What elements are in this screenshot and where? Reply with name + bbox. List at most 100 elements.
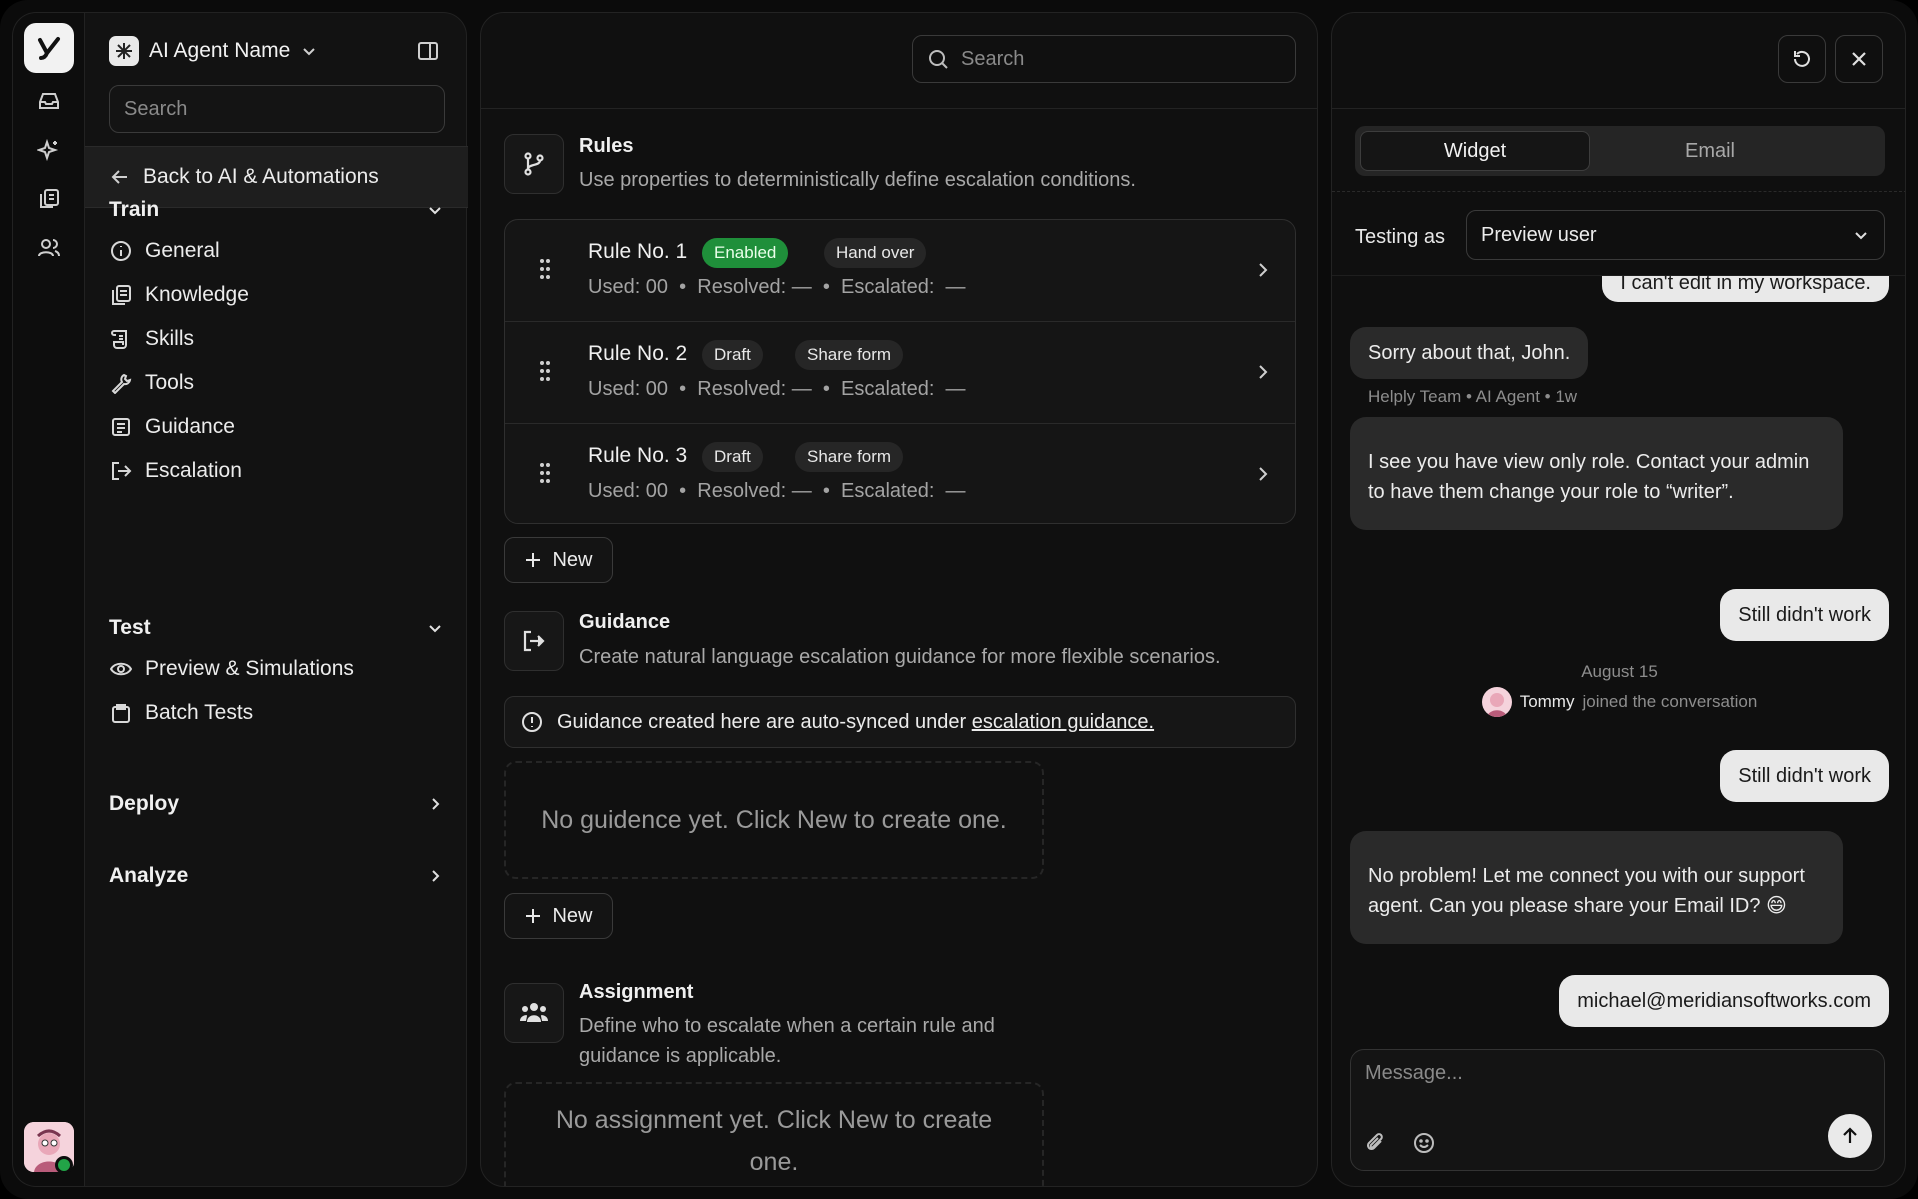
assignment-title: Assignment [579, 981, 694, 1003]
message-input[interactable]: Message... [1365, 1062, 1463, 1085]
message-outgoing: I can't edit in my workspace. [1602, 276, 1889, 302]
section-train[interactable]: Train [109, 193, 445, 227]
agent-asterisk-icon [109, 36, 139, 66]
sparkles-icon[interactable] [29, 130, 69, 170]
guidance-title: Guidance [579, 611, 671, 633]
send-button[interactable] [1828, 1114, 1872, 1158]
chevron-down-icon [425, 200, 445, 220]
sidebar-item-tools[interactable]: Tools [109, 365, 445, 401]
rule-stats: Used: 00 • Resolved: — • Escalated: — [588, 480, 966, 502]
section-train-label: Train [109, 198, 160, 221]
agent-name: AI Agent Name [149, 39, 291, 62]
action-badge: Hand over [824, 238, 927, 268]
sidebar-item-label: Guidance [145, 415, 235, 438]
section-test-label: Test [109, 616, 151, 639]
icon-rail [12, 12, 84, 1187]
assignment-description: Define who to escalate when a certain ru… [579, 1015, 995, 1067]
tab-widget[interactable]: Widget [1360, 131, 1590, 171]
library-icon[interactable] [29, 179, 69, 219]
preview-panel: Widget Email Testing as Preview user I c… [1331, 12, 1906, 1187]
section-test[interactable]: Test [109, 611, 445, 645]
testing-as-label: Testing as [1355, 225, 1446, 248]
rules-title: Rules [579, 135, 634, 157]
guidance-empty-state: No guidence yet. Click New to create one… [504, 761, 1044, 879]
sidebar-item-general[interactable]: General [109, 233, 445, 269]
users-icon[interactable] [29, 228, 69, 268]
sidebar-toggle-icon[interactable] [416, 39, 442, 65]
inbox-icon[interactable] [29, 81, 69, 121]
rule-name: Rule No. 3 [588, 444, 688, 467]
sidebar-item-label: Preview & Simulations [145, 657, 354, 680]
sync-notice: Guidance created here are auto-synced un… [504, 696, 1296, 748]
sidebar-item-escalation[interactable]: Escalation [109, 453, 445, 489]
chevron-right-icon [425, 866, 445, 886]
rule-stats: Used: 00 • Resolved: — • Escalated: — [588, 276, 966, 298]
rule-row[interactable]: Rule No. 2 Draft Share form Used: 00 • R… [505, 322, 1295, 424]
search-placeholder: Search [961, 47, 1025, 70]
paperclip-icon[interactable] [1365, 1132, 1387, 1154]
status-badge: Draft [702, 442, 763, 472]
rule-row[interactable]: Rule No. 3 Draft Share form Used: 00 • R… [505, 424, 1295, 523]
new-guidance-button[interactable]: New [504, 893, 613, 939]
sidebar-search-input[interactable]: Search [109, 85, 445, 133]
chat-transcript: I can't edit in my workspace. Sorry abou… [1332, 276, 1905, 1046]
chevron-right-icon [1253, 258, 1273, 282]
rule-row[interactable]: Rule No. 1 Enabled Hand over Used: 00 • … [505, 220, 1295, 322]
chevron-right-icon [1253, 360, 1273, 384]
section-deploy[interactable]: Deploy [109, 787, 445, 821]
sidebar-item-label: Escalation [145, 459, 242, 482]
agent-selector[interactable]: AI Agent Name [109, 33, 318, 69]
chevron-right-icon [1253, 462, 1273, 486]
online-status-dot [55, 1156, 73, 1174]
sidebar-item-guidance[interactable]: Guidance [109, 409, 445, 445]
rule-stats: Used: 00 • Resolved: — • Escalated: — [588, 378, 966, 400]
sidebar-item-preview-simulations[interactable]: Preview & Simulations [109, 651, 445, 687]
new-button-label: New [552, 904, 593, 927]
reset-icon[interactable] [1778, 35, 1826, 83]
action-badge: Share form [795, 340, 904, 370]
new-button-label: New [552, 548, 593, 571]
message-outgoing: michael@meridiansoftworks.com [1559, 975, 1889, 1027]
section-analyze[interactable]: Analyze [109, 859, 445, 893]
escalation-guidance-link[interactable]: escalation guidance. [972, 711, 1154, 733]
main-panel: Search Rules Use properties to determini… [480, 12, 1318, 1187]
eye-icon [109, 657, 133, 681]
app-logo[interactable] [24, 23, 74, 73]
chevron-down-icon [300, 42, 318, 60]
info-icon [109, 239, 133, 263]
message-incoming: No problem! Let me connect you with our … [1350, 831, 1843, 944]
new-rule-button[interactable]: New [504, 537, 613, 583]
drag-handle-icon[interactable] [539, 360, 551, 382]
rule-name: Rule No. 2 [588, 342, 688, 365]
app-window: AI Agent Name Search Back to AI & Automa… [0, 0, 1918, 1199]
sidebar-item-skills[interactable]: Skills [109, 321, 445, 357]
search-icon [927, 48, 949, 70]
notice-text: Guidance created here are auto-synced un… [557, 710, 967, 733]
drag-handle-icon[interactable] [539, 258, 551, 280]
sidebar-item-knowledge[interactable]: Knowledge [109, 277, 445, 313]
message-incoming: I see you have view only role. Contact y… [1350, 417, 1843, 530]
rules-list: Rule No. 1 Enabled Hand over Used: 00 • … [504, 219, 1296, 524]
main-search-input[interactable]: Search [912, 35, 1296, 83]
exit-icon [109, 459, 133, 483]
rule-name: Rule No. 1 [588, 240, 688, 263]
sidebar-item-batch-tests[interactable]: Batch Tests [109, 695, 445, 731]
info-icon [521, 711, 543, 733]
sender-meta: Helply Team • AI Agent • 1w [1368, 387, 1578, 406]
tab-email[interactable]: Email [1595, 131, 1825, 171]
main-header: Search [481, 13, 1317, 109]
plus-icon [524, 551, 542, 569]
arrow-left-icon [109, 166, 131, 188]
message-composer[interactable]: Message... [1350, 1049, 1885, 1171]
testing-as-select[interactable]: Preview user [1466, 210, 1885, 260]
close-icon[interactable] [1835, 35, 1883, 83]
emoji-icon[interactable] [1413, 1132, 1435, 1154]
status-badge: Enabled [702, 238, 789, 268]
chevron-down-icon [425, 618, 445, 638]
sidebar: AI Agent Name Search Back to AI & Automa… [84, 12, 468, 1187]
drag-handle-icon[interactable] [539, 462, 551, 484]
team-icon [504, 983, 564, 1043]
action-badge: Share form [795, 442, 904, 472]
join-event: Tommy joined the conversation [1332, 687, 1905, 717]
chevron-right-icon [425, 794, 445, 814]
